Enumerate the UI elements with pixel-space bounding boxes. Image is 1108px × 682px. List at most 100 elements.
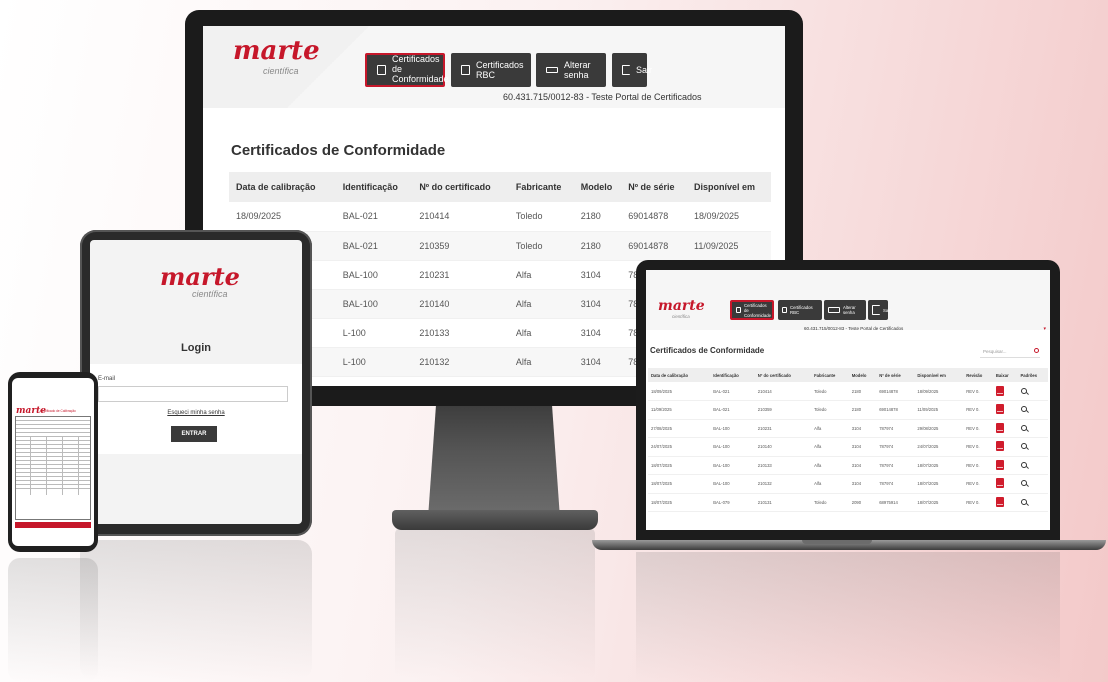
- pdf-download-icon[interactable]: [995, 459, 1004, 470]
- download-cell: [992, 437, 1018, 457]
- table-cell: 210414: [412, 202, 509, 232]
- table-row[interactable]: 18/07/2025 BAL-079 210131 Toledo 2090 6897591…: [648, 493, 1048, 512]
- column-header[interactable]: Data de calibração: [648, 368, 711, 382]
- column-header[interactable]: Nº de série: [876, 368, 915, 382]
- pdf-download-icon[interactable]: [995, 422, 1004, 433]
- table-row[interactable]: 18/07/2025 BAL-100 210133 Alfa 3104 787974 18/…: [648, 456, 1048, 475]
- table-cell: 3104: [848, 419, 877, 438]
- table-cell: 210133: [754, 456, 812, 475]
- column-header[interactable]: Modelo: [848, 368, 877, 382]
- certificates-table: Data de calibração Identificação Nº do cer…: [648, 368, 1048, 512]
- column-header[interactable]: Disponível em: [914, 368, 964, 382]
- table-cell: Alfa: [508, 289, 574, 319]
- table-cell: 2180: [848, 382, 877, 401]
- standards-cell: [1017, 382, 1048, 401]
- table-cell: 69014878: [876, 382, 915, 401]
- pdf-download-icon[interactable]: [995, 441, 1004, 452]
- chevron-down-icon[interactable]: ▾: [1043, 326, 1046, 332]
- magnifier-icon[interactable]: [1020, 461, 1027, 468]
- column-header[interactable]: Revisão: [963, 368, 993, 382]
- pdf-download-icon[interactable]: [995, 496, 1004, 507]
- laptop-screen: marte científica Certificados de Conform…: [646, 270, 1050, 530]
- nav-certificados-rbc-button[interactable]: Certificados RBC: [451, 53, 531, 87]
- magnifier-icon[interactable]: [1020, 480, 1027, 487]
- phone-reflection: [8, 558, 98, 682]
- column-header[interactable]: Nº do certificado: [754, 368, 812, 382]
- column-header[interactable]: Identificação: [710, 368, 755, 382]
- table-cell: BAL-079: [710, 493, 755, 512]
- certificate-icon: [736, 307, 741, 313]
- email-label: E-mail: [98, 376, 116, 382]
- column-header[interactable]: Fabricante: [811, 368, 849, 382]
- table-cell: REV 0.: [963, 437, 993, 457]
- nav-alterar-senha-button[interactable]: Alterar senha: [536, 53, 606, 87]
- download-cell: [992, 474, 1018, 494]
- magnifier-icon[interactable]: [1020, 387, 1027, 394]
- pdf-download-icon[interactable]: [995, 478, 1004, 489]
- brand-logo[interactable]: marte científica: [658, 298, 705, 319]
- forgot-password-link[interactable]: Esqueci minha senha: [90, 410, 302, 416]
- monitor-stand-base: [392, 510, 598, 530]
- download-cell: [992, 493, 1018, 512]
- table-cell: 24/07/2025: [914, 437, 964, 457]
- table-cell: Toledo: [811, 493, 849, 512]
- login-submit-button[interactable]: ENTRAR: [171, 426, 217, 442]
- table-row[interactable]: 11/09/2025BAL-021210359Toledo21806901487…: [648, 400, 1048, 420]
- table-row[interactable]: 18/09/2025 BAL-021 210414 Toledo 2180 6901487…: [229, 202, 771, 232]
- certificate-icon: [377, 65, 386, 75]
- nav-certificados-conformidade-button[interactable]: Certificados de Conformidade: [730, 300, 774, 320]
- table-cell: L-100: [335, 347, 413, 377]
- logout-icon: [872, 305, 880, 315]
- table-cell: BAL-021: [710, 400, 755, 420]
- table-cell: 2090: [848, 493, 877, 512]
- login-form: E-mail Esqueci minha senha ENTRAR: [90, 364, 302, 454]
- table-cell: Toledo: [508, 231, 574, 261]
- table-row[interactable]: 27/08/2025 BAL-100 210231 Alfa 3104 787974 29/…: [648, 419, 1048, 438]
- magnifier-icon[interactable]: [1020, 424, 1027, 431]
- search-input[interactable]: Pesquisar...: [980, 346, 1040, 358]
- magnifier-icon[interactable]: [1020, 498, 1027, 505]
- table-cell: Toledo: [508, 202, 574, 232]
- table-cell: BAL-100: [335, 260, 413, 290]
- table-row[interactable]: 18/07/2025 BAL-100 210132 Alfa 3104 787974 18/…: [648, 474, 1048, 494]
- pdf-download-icon[interactable]: [995, 385, 1004, 396]
- monitor-reflection: [395, 528, 595, 678]
- column-header[interactable]: Baixar: [992, 368, 1018, 382]
- magnifier-icon[interactable]: [1020, 406, 1027, 413]
- keyboard-icon: [828, 307, 840, 313]
- table-cell: 210140: [412, 289, 509, 319]
- table-cell: 787974: [876, 474, 915, 494]
- email-field[interactable]: [98, 386, 288, 402]
- download-cell: [992, 382, 1018, 401]
- nav-sair-button[interactable]: Sair: [868, 300, 891, 320]
- table-cell: Alfa: [811, 419, 849, 438]
- column-header[interactable]: Nº de série: [621, 172, 687, 202]
- column-header[interactable]: Data de calibração: [229, 172, 336, 202]
- magnifier-icon[interactable]: [1020, 443, 1027, 450]
- column-header[interactable]: Disponível em: [687, 172, 771, 202]
- search-icon[interactable]: [1034, 348, 1039, 353]
- brand-tagline: científica: [672, 314, 690, 319]
- table-cell: 210133: [412, 318, 509, 348]
- column-header[interactable]: Nº do certificado: [412, 172, 509, 202]
- brand-logo[interactable]: marte científica: [233, 36, 320, 76]
- column-header[interactable]: Fabricante: [508, 172, 574, 202]
- table-cell: Toledo: [811, 400, 849, 420]
- table-cell: 3104: [848, 456, 877, 475]
- table-cell: 11/09/2025: [648, 400, 711, 420]
- certificate-document-preview[interactable]: [15, 416, 91, 520]
- table-row[interactable]: 18/09/2025 BAL-021 210414 Toledo 2180 6901487…: [648, 382, 1048, 401]
- column-header[interactable]: Padrões: [1017, 368, 1048, 382]
- nav-sair-button[interactable]: Sair: [612, 53, 652, 87]
- nav-certificados-conformidade-button[interactable]: Certificados de Conformidade: [365, 53, 449, 87]
- certificate-document-title: Certificado de Calibração: [40, 409, 76, 413]
- nav-certificados-rbc-button[interactable]: Certificados RBC: [778, 300, 822, 320]
- column-header[interactable]: Identificação: [335, 172, 413, 202]
- nav-alterar-senha-button[interactable]: Alterar senha: [824, 300, 866, 320]
- table-row[interactable]: 24/07/2025 BAL-100 210140 Alfa 3104 787974 24/…: [648, 437, 1048, 457]
- phone-screen: marte Certificado de Calibração: [12, 378, 94, 546]
- pdf-download-icon[interactable]: [995, 404, 1004, 415]
- nav-label: Alterar senha: [564, 60, 591, 80]
- column-header[interactable]: Modelo: [573, 172, 622, 202]
- download-cell: [992, 456, 1018, 475]
